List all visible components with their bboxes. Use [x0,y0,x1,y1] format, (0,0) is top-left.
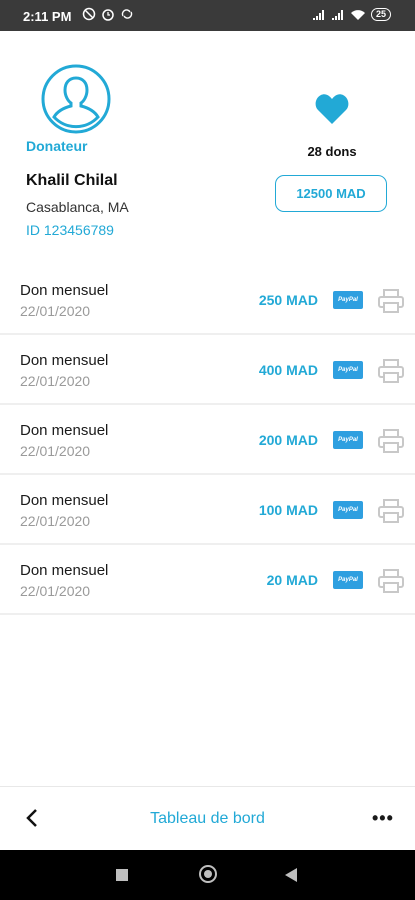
donation-title: Don mensuel [20,282,109,299]
paypal-icon: PayPal [333,501,363,519]
paypal-icon: PayPal [333,291,363,309]
recent-apps-button[interactable] [116,869,128,881]
wifi-icon [350,9,365,20]
sync-icon [121,9,133,19]
profile-role: Donateur [26,138,88,154]
list-item[interactable]: Don mensuel 22/01/2020 250 MAD PayPal [0,265,415,335]
total-amount-button[interactable]: 12500 MAD [275,175,387,212]
alarm-icon [102,9,114,21]
list-item[interactable]: Don mensuel 22/01/2020 20 MAD PayPal [0,545,415,615]
profile-id: ID 123456789 [26,222,114,238]
dons-count: 28 dons [307,144,357,159]
donation-amount: 250 MAD [258,292,318,308]
paypal-icon: PayPal [333,431,363,449]
printer-icon[interactable] [378,499,404,523]
printer-icon[interactable] [378,289,404,313]
profile-city: Casablanca, MA [26,199,129,215]
donation-date: 22/01/2020 [20,583,91,599]
status-time: 2:11 PM [23,9,72,24]
donation-title: Don mensuel [20,562,109,579]
more-options-icon[interactable]: ••• [372,809,394,827]
donation-amount: 200 MAD [258,432,318,448]
donation-date: 22/01/2020 [20,303,91,319]
paypal-icon: PayPal [333,361,363,379]
bottom-bar-title[interactable]: Tableau de bord [0,810,415,828]
donation-title: Don mensuel [20,352,109,369]
signal-icon [331,9,343,20]
printer-icon[interactable] [378,569,404,593]
signal-icon [312,9,324,20]
profile-header: Donateur Khalil Chilal Casablanca, MA ID… [0,31,415,256]
printer-icon[interactable] [378,429,404,453]
donation-amount: 100 MAD [258,502,318,518]
system-back-button[interactable] [285,868,297,882]
donation-amount: 20 MAD [266,572,318,588]
no-disturb-icon [82,7,96,21]
list-item[interactable]: Don mensuel 22/01/2020 400 MAD PayPal [0,335,415,405]
paypal-icon: PayPal [333,571,363,589]
donation-date: 22/01/2020 [20,513,91,529]
donation-date: 22/01/2020 [20,443,91,459]
status-bar: 2:11 PM 25 [0,0,415,31]
donation-date: 22/01/2020 [20,373,91,389]
profile-name: Khalil Chilal [26,172,118,189]
donation-title: Don mensuel [20,422,109,439]
donation-list: Don mensuel 22/01/2020 250 MAD PayPal Do… [0,265,415,615]
printer-icon[interactable] [378,359,404,383]
user-avatar-icon [41,64,111,134]
donation-amount: 400 MAD [258,362,318,378]
heart-icon [315,94,349,124]
donation-title: Don mensuel [20,492,109,509]
system-nav-bar [0,850,415,900]
home-button[interactable] [199,865,217,883]
list-item[interactable]: Don mensuel 22/01/2020 200 MAD PayPal [0,405,415,475]
battery-icon: 25 [370,8,391,21]
list-item[interactable]: Don mensuel 22/01/2020 100 MAD PayPal [0,475,415,545]
bottom-app-bar: Tableau de bord ••• [0,786,415,850]
